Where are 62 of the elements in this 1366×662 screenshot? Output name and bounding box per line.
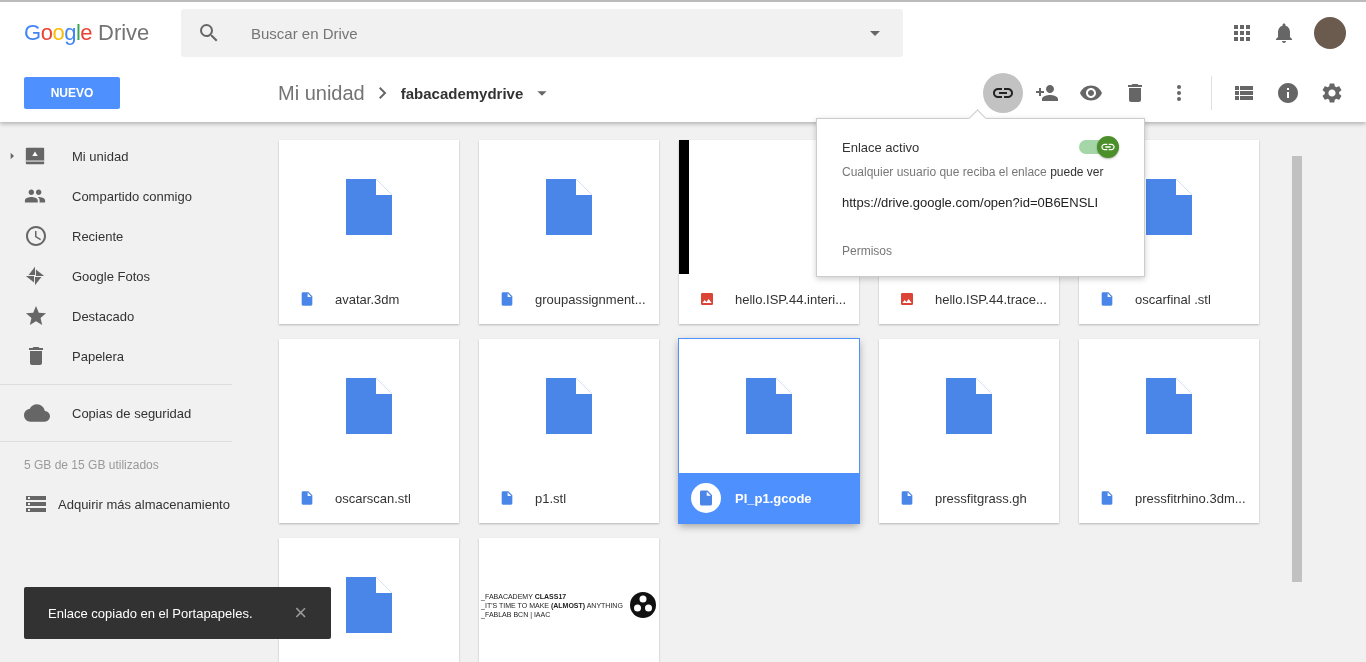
link-button[interactable]	[983, 73, 1023, 113]
sidebar-item[interactable]: Reciente	[0, 216, 258, 256]
document-icon	[299, 490, 315, 506]
document-icon	[1099, 490, 1115, 506]
file-name: avatar.3dm	[335, 291, 400, 307]
buy-storage-link[interactable]: Adquirir más almacenamiento	[0, 480, 258, 528]
file-card[interactable]: pressfitrhino.3dm...	[1079, 339, 1259, 523]
file-card[interactable]: avatar.3dm	[279, 140, 459, 324]
scrollbar-thumb[interactable]	[1292, 156, 1302, 582]
sidebar-item[interactable]: Copias de seguridad	[0, 393, 258, 433]
clock-icon	[24, 224, 48, 248]
file-card[interactable]: oscarscan.stl	[279, 339, 459, 523]
chevron-icon	[378, 87, 387, 99]
file-name: p1.stl	[535, 490, 567, 506]
document-icon	[697, 489, 715, 507]
sidebar-item[interactable]: Google Fotos	[0, 256, 258, 296]
document-icon	[899, 490, 915, 506]
document-icon	[346, 378, 392, 434]
document-icon	[1099, 291, 1115, 307]
settings-icon	[1320, 81, 1344, 105]
document-icon	[499, 291, 515, 307]
sidebar-item[interactable]: Papelera	[0, 336, 258, 376]
file-card[interactable]: groupassignment...	[479, 140, 659, 324]
sidebar-item[interactable]: Mi unidad	[0, 136, 258, 176]
sidebar-item[interactable]: Destacado	[0, 296, 258, 336]
breadcrumb-item[interactable]: Mi unidad	[278, 81, 365, 105]
product-name: Drive	[98, 20, 150, 46]
sidebar-item[interactable]: Compartido conmigo	[0, 176, 258, 216]
more-icon	[1177, 85, 1181, 101]
file-name: oscarscan.stl	[335, 490, 411, 506]
search-bar[interactable]: Buscar en Drive	[181, 9, 903, 57]
file-name: groupassignment...	[535, 291, 646, 307]
file-name: hello.ISP.44.trace...	[935, 291, 1047, 307]
link-toggle[interactable]	[1079, 137, 1119, 157]
storage-usage-text: 5 GB de 15 GB utilizados	[23, 457, 160, 474]
drive-icon	[24, 145, 46, 167]
search-field[interactable]: Buscar en Drive	[249, 23, 863, 43]
file-name: pressfitgrass.gh	[935, 490, 1027, 506]
document-icon	[346, 577, 392, 633]
document-icon	[1146, 378, 1192, 434]
file-name: hello.ISP.44.interi...	[735, 291, 847, 307]
snackbar-message: Enlace copiado en el Portapapeles.	[48, 605, 253, 621]
logo-icon	[628, 591, 657, 619]
document-icon	[546, 179, 592, 235]
document-icon	[946, 378, 992, 434]
file-name: pressfitrhino.3dm...	[1135, 490, 1246, 506]
star-icon	[24, 304, 48, 328]
google-logo: Google	[24, 20, 92, 46]
document-icon	[499, 490, 515, 506]
pinwheel-icon	[24, 265, 46, 287]
document-icon	[746, 378, 792, 434]
file-card[interactable]: p1.stl	[479, 339, 659, 523]
file-name: oscarfinal .stl	[1135, 291, 1211, 307]
document-icon	[299, 291, 315, 307]
avatar[interactable]	[1314, 17, 1346, 49]
close-button[interactable]: ×	[294, 600, 307, 626]
document-icon	[546, 378, 592, 434]
file-name: PI_p1.gcode	[735, 490, 812, 506]
info-icon	[1276, 81, 1300, 105]
file-card[interactable]: pressfitgrass.gh	[879, 339, 1059, 523]
breadcrumb-item[interactable]: fabacademydrive	[400, 84, 524, 102]
document-icon	[346, 179, 392, 235]
